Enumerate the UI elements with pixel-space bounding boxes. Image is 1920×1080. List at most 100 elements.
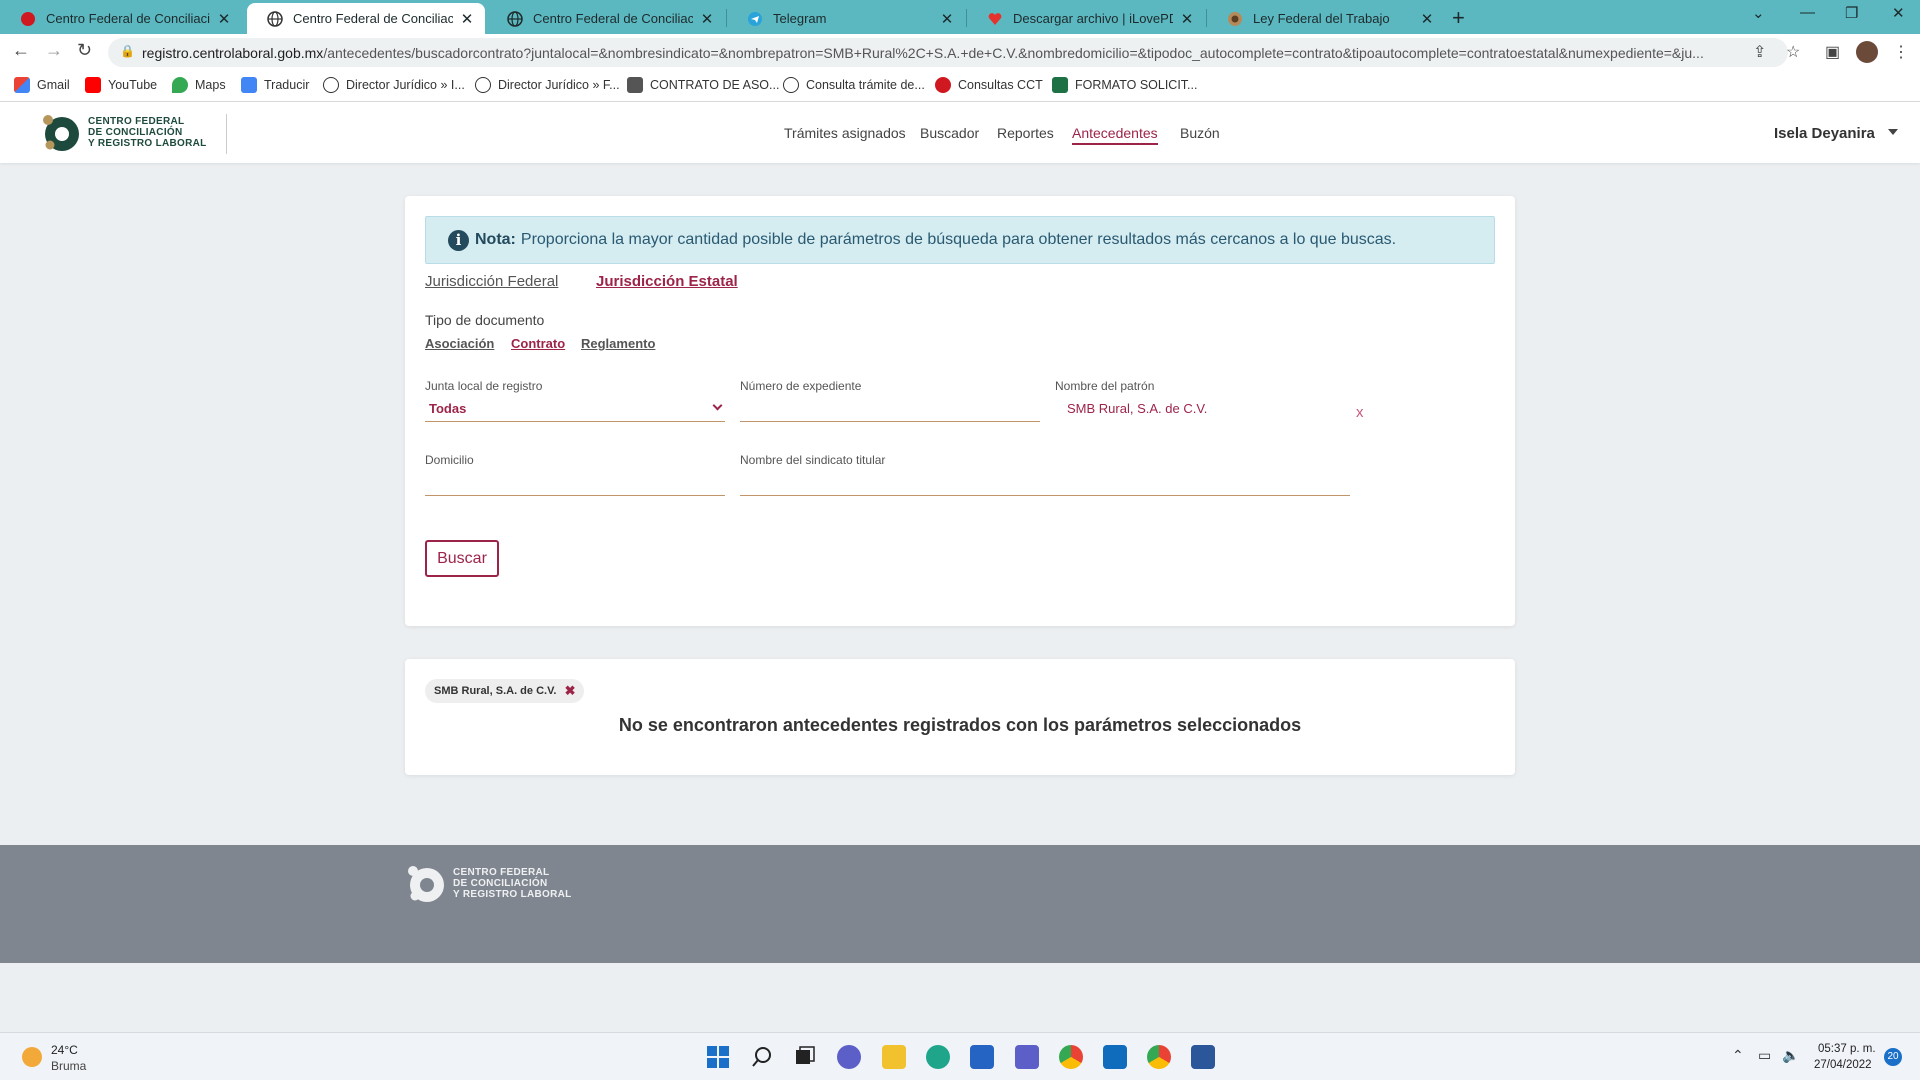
mexico-seal-icon [1227, 11, 1243, 27]
excel-icon [1052, 77, 1068, 93]
wordpress-icon [323, 77, 339, 93]
windows-start-icon[interactable] [706, 1045, 730, 1069]
filter-chip-label: SMB Rural, S.A. de C.V. [434, 685, 557, 697]
browser-tab[interactable]: Telegram ✕ [727, 3, 965, 34]
forward-icon[interactable]: → [45, 40, 63, 61]
weather-icon[interactable] [22, 1047, 42, 1067]
new-tab-icon[interactable]: + [1452, 5, 1465, 31]
tab-search-icon[interactable]: ⌄ [1752, 4, 1765, 22]
doc-type-asociacion[interactable]: Asociación [425, 336, 494, 351]
word-icon[interactable] [1191, 1045, 1215, 1069]
bookmark-youtube[interactable]: YouTube [85, 77, 157, 93]
browser-tab[interactable]: Ley Federal del Trabajo ✕ [1207, 3, 1445, 34]
sindicato-input[interactable] [740, 466, 1350, 496]
url-path: /antecedentes/buscadorcontrato?juntaloca… [323, 45, 1704, 61]
globe-icon [507, 10, 523, 27]
bookmark-label: Gmail [37, 78, 70, 92]
nav-buzon[interactable]: Buzón [1180, 125, 1220, 141]
close-icon[interactable]: ✕ [1419, 10, 1435, 28]
bookmarks-bar: Gmail YouTube Maps Traducir Director Jur… [0, 70, 1920, 102]
network-icon[interactable]: ▭ [1758, 1047, 1771, 1064]
profile-avatar[interactable] [1856, 41, 1878, 63]
bookmark-director-1[interactable]: Director Jurídico » I... [323, 77, 465, 93]
nav-tramites-asignados[interactable]: Trámites asignados [784, 125, 906, 141]
chevron-up-icon[interactable]: ⌃ [1732, 1047, 1744, 1064]
junta-select[interactable]: Todas [425, 392, 725, 422]
menu-icon[interactable]: ⋮ [1893, 42, 1909, 62]
patron-input[interactable]: SMB Rural, S.A. de C.V. [1055, 392, 1345, 422]
edge-icon[interactable] [926, 1045, 950, 1069]
search-icon[interactable] [750, 1045, 774, 1069]
reload-icon[interactable]: ↻ [77, 40, 92, 61]
empty-results-message: No se encontraron antecedentes registrad… [618, 715, 1302, 735]
bookmark-maps[interactable]: Maps [172, 77, 226, 93]
bookmark-gmail[interactable]: Gmail [14, 77, 70, 93]
chevron-down-icon[interactable] [1888, 129, 1898, 135]
bookmark-formato[interactable]: FORMATO SOLICIT... [1052, 77, 1197, 93]
domicilio-label: Domicilio [425, 453, 474, 467]
site-footer: CENTRO FEDERAL DE CONCILIACIÓN Y REGISTR… [0, 845, 1920, 963]
bookmark-traducir[interactable]: Traducir [241, 77, 309, 93]
bookmark-label: YouTube [108, 78, 158, 92]
search-card: i Nota: Proporciona la mayor cantidad po… [405, 196, 1515, 626]
close-icon[interactable]: ✕ [216, 10, 232, 28]
side-panel-icon[interactable]: ▣ [1825, 42, 1840, 62]
bookmark-consulta-tramite[interactable]: Consulta trámite de... [783, 77, 925, 93]
nav-antecedentes[interactable]: Antecedentes [1072, 125, 1158, 145]
close-icon[interactable]: ✕ [1179, 10, 1195, 28]
browser-tab-active[interactable]: Centro Federal de Conciliación y ✕ [247, 3, 485, 34]
doc-type-reglamento[interactable]: Reglamento [581, 336, 655, 351]
store-icon[interactable] [970, 1045, 994, 1069]
back-icon[interactable]: ← [12, 40, 30, 61]
bookmark-contrato[interactable]: CONTRATO DE ASO... [627, 77, 779, 93]
logo-text: CENTRO FEDERAL DE CONCILIACIÓN Y REGISTR… [453, 867, 572, 900]
clear-patron-button[interactable]: x [1356, 404, 1364, 421]
clock-date[interactable]: 27/04/2022 [1814, 1059, 1872, 1071]
tab-jurisdiccion-federal[interactable]: Jurisdicción Federal [425, 273, 558, 290]
bookmark-label: Maps [195, 78, 226, 92]
tab-jurisdiccion-estatal[interactable]: Jurisdicción Estatal [596, 273, 738, 290]
remove-filter-icon[interactable]: ✖ [565, 679, 576, 703]
close-icon[interactable]: ✕ [459, 10, 475, 28]
lock-icon: 🔒 [120, 44, 135, 58]
restore-icon[interactable]: ❐ [1845, 4, 1858, 22]
browser-tab[interactable]: Centro Federal de Conciliación y ✕ [0, 3, 242, 34]
translate-icon [241, 77, 257, 93]
chat-icon[interactable] [837, 1045, 861, 1069]
tab-title: Telegram [773, 11, 827, 26]
chrome-icon[interactable] [1059, 1045, 1083, 1069]
bookmark-director-2[interactable]: Director Jurídico » F... [475, 77, 620, 93]
browser-tab[interactable]: Descargar archivo | iLovePDF ✕ [967, 3, 1205, 34]
domicilio-input[interactable] [425, 466, 725, 496]
buscar-button[interactable]: Buscar [425, 540, 499, 577]
close-icon[interactable]: ✕ [699, 10, 715, 28]
star-icon[interactable]: ☆ [1786, 42, 1800, 62]
nav-buscador[interactable]: Buscador [920, 125, 979, 141]
address-bar[interactable]: 🔒 registro.centrolaboral.gob.mx/antecede… [108, 38, 1788, 67]
tab-title: Centro Federal de Conciliación y [46, 11, 210, 26]
teams-icon[interactable] [1015, 1045, 1039, 1069]
close-window-icon[interactable]: ✕ [1892, 4, 1905, 22]
notification-badge[interactable]: 20 [1884, 1048, 1902, 1066]
site-logo[interactable]: CENTRO FEDERAL DE CONCILIACIÓN Y REGISTR… [40, 112, 207, 152]
clock-time[interactable]: 05:37 p. m. [1818, 1043, 1876, 1055]
nav-reportes[interactable]: Reportes [997, 125, 1054, 141]
task-view-icon[interactable] [793, 1045, 817, 1069]
os-taskbar: 24°C Bruma ⌃ ▭ 🔈 05:37 p. m. 27/04/2022 … [0, 1032, 1920, 1080]
close-icon[interactable]: ✕ [939, 10, 955, 28]
minimize-icon[interactable]: — [1800, 4, 1815, 21]
file-explorer-icon[interactable] [882, 1045, 906, 1069]
bookmark-consultas-cct[interactable]: Consultas CCT [935, 77, 1043, 93]
user-menu[interactable]: Isela Deyanira [1774, 125, 1875, 142]
logo-line: Y REGISTRO LABORAL [453, 888, 572, 900]
browser-tab[interactable]: Centro Federal de Conciliación y ✕ [487, 3, 725, 34]
header-divider [226, 114, 227, 154]
speaker-muted-icon[interactable]: 🔈 [1782, 1047, 1799, 1064]
filter-chip: SMB Rural, S.A. de C.V. ✖ [425, 679, 585, 703]
doc-type-contrato[interactable]: Contrato [511, 336, 565, 351]
chrome-icon[interactable] [1147, 1045, 1171, 1069]
outlook-icon[interactable] [1103, 1045, 1127, 1069]
tipo-documento-label: Tipo de documento [425, 312, 545, 328]
share-icon[interactable]: ⇪ [1753, 42, 1766, 62]
expediente-input[interactable] [740, 392, 1040, 422]
